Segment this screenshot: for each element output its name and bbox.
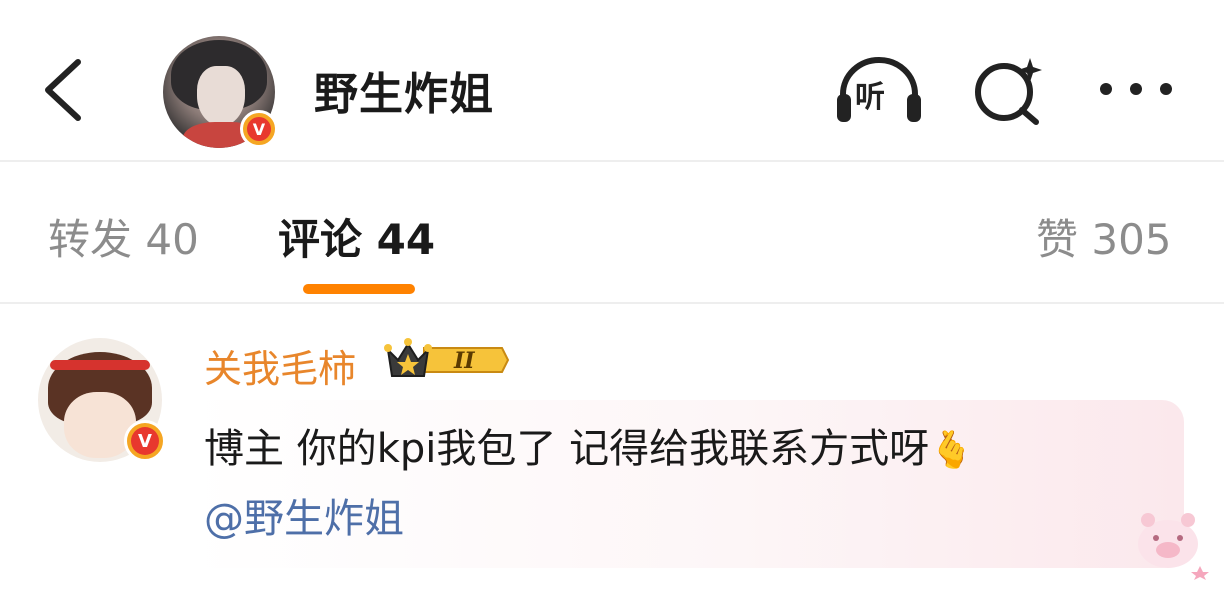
- tab-reposts[interactable]: 转发 40: [48, 206, 199, 267]
- active-tab-indicator: [303, 284, 415, 294]
- more-button[interactable]: [1098, 74, 1174, 104]
- page-title[interactable]: 野生炸姐: [314, 58, 494, 122]
- crown-icon: II: [384, 338, 510, 377]
- comment-body: 博主 你的kpi我包了 记得给我联系方式呀🫰: [204, 416, 974, 474]
- back-arrow-icon: [45, 59, 81, 121]
- tabs-divider: [0, 302, 1224, 304]
- mention-link[interactable]: @野生炸姐: [204, 486, 404, 544]
- commenter-username[interactable]: 关我毛柿: [204, 338, 356, 393]
- header-divider: [0, 160, 1224, 162]
- listen-label: 听: [855, 80, 885, 115]
- more-dots-icon: [1100, 83, 1172, 95]
- vip-level-text: II: [453, 348, 475, 374]
- back-button[interactable]: [38, 54, 98, 126]
- finger-heart-icon: 🫰: [929, 430, 974, 471]
- vip-level-badge[interactable]: II: [384, 336, 510, 384]
- comment-text: 博主 你的kpi我包了 记得给我联系方式呀: [204, 426, 930, 472]
- cartoon-pig-sticker-icon: [1120, 500, 1216, 580]
- commenter-verified-badge-icon: V: [124, 420, 166, 462]
- top-bar: V 野生炸姐 听: [0, 0, 1224, 160]
- tab-comments[interactable]: 评论 44: [278, 206, 435, 267]
- listen-button[interactable]: 听: [833, 54, 925, 126]
- search-button[interactable]: [970, 54, 1050, 126]
- search-sparkle-icon: [975, 58, 1042, 125]
- tab-likes[interactable]: 赞 305: [1036, 206, 1172, 267]
- verified-badge-icon: V: [240, 110, 278, 148]
